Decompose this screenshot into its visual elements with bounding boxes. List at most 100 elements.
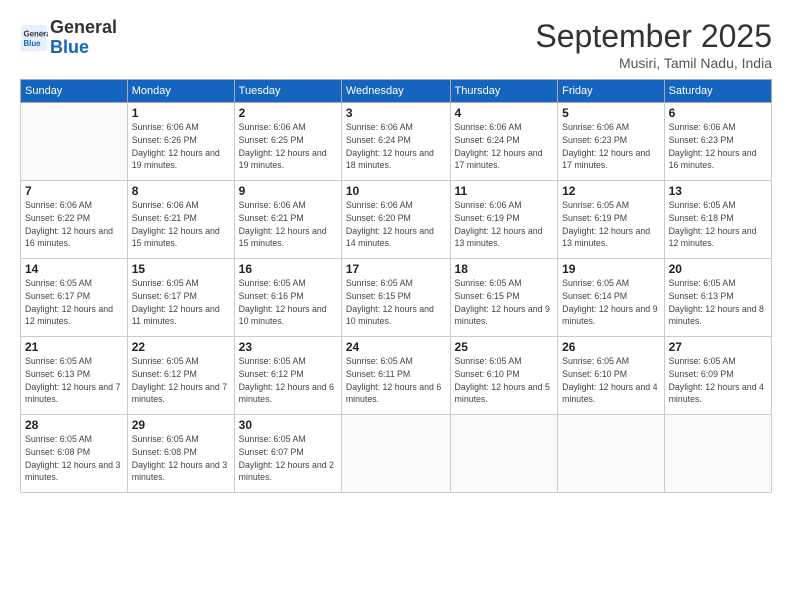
day-info: Sunrise: 6:06 AM Sunset: 6:24 PM Dayligh…: [455, 121, 554, 172]
calendar-cell-w2-d4: 10 Sunrise: 6:06 AM Sunset: 6:20 PM Dayl…: [341, 181, 450, 259]
calendar-cell-w4-d5: 25 Sunrise: 6:05 AM Sunset: 6:10 PM Dayl…: [450, 337, 558, 415]
calendar-cell-w5-d7: [664, 415, 771, 493]
day-number: 4: [455, 106, 554, 120]
calendar-cell-w3-d6: 19 Sunrise: 6:05 AM Sunset: 6:14 PM Dayl…: [558, 259, 664, 337]
calendar-cell-w2-d5: 11 Sunrise: 6:06 AM Sunset: 6:19 PM Dayl…: [450, 181, 558, 259]
day-info: Sunrise: 6:05 AM Sunset: 6:07 PM Dayligh…: [239, 433, 337, 484]
svg-text:Blue: Blue: [24, 39, 42, 48]
day-info: Sunrise: 6:06 AM Sunset: 6:26 PM Dayligh…: [132, 121, 230, 172]
header: General Blue GeneralGeneralBlueBlue Sept…: [20, 18, 772, 71]
day-number: 10: [346, 184, 446, 198]
svg-text:General: General: [24, 29, 49, 38]
calendar-cell-w1-d5: 4 Sunrise: 6:06 AM Sunset: 6:24 PM Dayli…: [450, 103, 558, 181]
day-number: 20: [669, 262, 767, 276]
calendar-cell-w1-d1: [21, 103, 128, 181]
col-wednesday: Wednesday: [341, 80, 450, 103]
calendar-cell-w3-d5: 18 Sunrise: 6:05 AM Sunset: 6:15 PM Dayl…: [450, 259, 558, 337]
col-tuesday: Tuesday: [234, 80, 341, 103]
day-number: 22: [132, 340, 230, 354]
day-info: Sunrise: 6:05 AM Sunset: 6:16 PM Dayligh…: [239, 277, 337, 328]
day-info: Sunrise: 6:05 AM Sunset: 6:17 PM Dayligh…: [132, 277, 230, 328]
day-info: Sunrise: 6:05 AM Sunset: 6:15 PM Dayligh…: [346, 277, 446, 328]
day-info: Sunrise: 6:05 AM Sunset: 6:14 PM Dayligh…: [562, 277, 659, 328]
calendar-table: Sunday Monday Tuesday Wednesday Thursday…: [20, 79, 772, 493]
day-number: 3: [346, 106, 446, 120]
day-number: 9: [239, 184, 337, 198]
calendar-cell-w1-d4: 3 Sunrise: 6:06 AM Sunset: 6:24 PM Dayli…: [341, 103, 450, 181]
day-number: 6: [669, 106, 767, 120]
title-block: September 2025 Musiri, Tamil Nadu, India: [535, 18, 772, 71]
week-row-5: 28 Sunrise: 6:05 AM Sunset: 6:08 PM Dayl…: [21, 415, 772, 493]
day-number: 18: [455, 262, 554, 276]
day-info: Sunrise: 6:06 AM Sunset: 6:19 PM Dayligh…: [455, 199, 554, 250]
day-info: Sunrise: 6:05 AM Sunset: 6:12 PM Dayligh…: [132, 355, 230, 406]
day-info: Sunrise: 6:05 AM Sunset: 6:18 PM Dayligh…: [669, 199, 767, 250]
calendar-cell-w2-d3: 9 Sunrise: 6:06 AM Sunset: 6:21 PM Dayli…: [234, 181, 341, 259]
calendar-cell-w4-d7: 27 Sunrise: 6:05 AM Sunset: 6:09 PM Dayl…: [664, 337, 771, 415]
calendar-cell-w2-d7: 13 Sunrise: 6:05 AM Sunset: 6:18 PM Dayl…: [664, 181, 771, 259]
calendar-cell-w5-d3: 30 Sunrise: 6:05 AM Sunset: 6:07 PM Dayl…: [234, 415, 341, 493]
week-row-3: 14 Sunrise: 6:05 AM Sunset: 6:17 PM Dayl…: [21, 259, 772, 337]
calendar-cell-w5-d1: 28 Sunrise: 6:05 AM Sunset: 6:08 PM Dayl…: [21, 415, 128, 493]
day-number: 2: [239, 106, 337, 120]
week-row-2: 7 Sunrise: 6:06 AM Sunset: 6:22 PM Dayli…: [21, 181, 772, 259]
calendar-cell-w2-d6: 12 Sunrise: 6:05 AM Sunset: 6:19 PM Dayl…: [558, 181, 664, 259]
calendar-cell-w5-d5: [450, 415, 558, 493]
calendar-cell-w4-d6: 26 Sunrise: 6:05 AM Sunset: 6:10 PM Dayl…: [558, 337, 664, 415]
day-number: 21: [25, 340, 123, 354]
location-subtitle: Musiri, Tamil Nadu, India: [535, 55, 772, 71]
day-number: 26: [562, 340, 659, 354]
day-info: Sunrise: 6:06 AM Sunset: 6:21 PM Dayligh…: [132, 199, 230, 250]
calendar-cell-w3-d1: 14 Sunrise: 6:05 AM Sunset: 6:17 PM Dayl…: [21, 259, 128, 337]
calendar-cell-w2-d2: 8 Sunrise: 6:06 AM Sunset: 6:21 PM Dayli…: [127, 181, 234, 259]
calendar-cell-w1-d2: 1 Sunrise: 6:06 AM Sunset: 6:26 PM Dayli…: [127, 103, 234, 181]
day-info: Sunrise: 6:05 AM Sunset: 6:19 PM Dayligh…: [562, 199, 659, 250]
logo-icon: General Blue: [20, 24, 48, 52]
calendar-cell-w3-d4: 17 Sunrise: 6:05 AM Sunset: 6:15 PM Dayl…: [341, 259, 450, 337]
day-info: Sunrise: 6:06 AM Sunset: 6:21 PM Dayligh…: [239, 199, 337, 250]
col-thursday: Thursday: [450, 80, 558, 103]
day-number: 16: [239, 262, 337, 276]
col-sunday: Sunday: [21, 80, 128, 103]
day-number: 7: [25, 184, 123, 198]
day-number: 12: [562, 184, 659, 198]
calendar-cell-w5-d4: [341, 415, 450, 493]
day-info: Sunrise: 6:06 AM Sunset: 6:20 PM Dayligh…: [346, 199, 446, 250]
logo: General Blue GeneralGeneralBlueBlue: [20, 18, 117, 58]
day-number: 11: [455, 184, 554, 198]
day-info: Sunrise: 6:05 AM Sunset: 6:10 PM Dayligh…: [455, 355, 554, 406]
day-number: 30: [239, 418, 337, 432]
calendar-cell-w1-d3: 2 Sunrise: 6:06 AM Sunset: 6:25 PM Dayli…: [234, 103, 341, 181]
calendar-cell-w5-d6: [558, 415, 664, 493]
col-monday: Monday: [127, 80, 234, 103]
day-info: Sunrise: 6:05 AM Sunset: 6:13 PM Dayligh…: [669, 277, 767, 328]
day-info: Sunrise: 6:06 AM Sunset: 6:22 PM Dayligh…: [25, 199, 123, 250]
day-number: 28: [25, 418, 123, 432]
col-friday: Friday: [558, 80, 664, 103]
day-info: Sunrise: 6:05 AM Sunset: 6:12 PM Dayligh…: [239, 355, 337, 406]
day-number: 5: [562, 106, 659, 120]
calendar-cell-w3-d2: 15 Sunrise: 6:05 AM Sunset: 6:17 PM Dayl…: [127, 259, 234, 337]
day-info: Sunrise: 6:05 AM Sunset: 6:11 PM Dayligh…: [346, 355, 446, 406]
logo-text: GeneralGeneralBlueBlue: [50, 18, 117, 58]
day-number: 24: [346, 340, 446, 354]
day-number: 23: [239, 340, 337, 354]
day-number: 1: [132, 106, 230, 120]
day-number: 14: [25, 262, 123, 276]
calendar-cell-w4-d1: 21 Sunrise: 6:05 AM Sunset: 6:13 PM Dayl…: [21, 337, 128, 415]
page: General Blue GeneralGeneralBlueBlue Sept…: [0, 0, 792, 612]
calendar-cell-w2-d1: 7 Sunrise: 6:06 AM Sunset: 6:22 PM Dayli…: [21, 181, 128, 259]
month-title: September 2025: [535, 18, 772, 55]
day-info: Sunrise: 6:05 AM Sunset: 6:15 PM Dayligh…: [455, 277, 554, 328]
day-info: Sunrise: 6:05 AM Sunset: 6:08 PM Dayligh…: [25, 433, 123, 484]
calendar-cell-w1-d7: 6 Sunrise: 6:06 AM Sunset: 6:23 PM Dayli…: [664, 103, 771, 181]
day-number: 15: [132, 262, 230, 276]
calendar-cell-w1-d6: 5 Sunrise: 6:06 AM Sunset: 6:23 PM Dayli…: [558, 103, 664, 181]
day-info: Sunrise: 6:05 AM Sunset: 6:13 PM Dayligh…: [25, 355, 123, 406]
day-info: Sunrise: 6:06 AM Sunset: 6:23 PM Dayligh…: [562, 121, 659, 172]
col-saturday: Saturday: [664, 80, 771, 103]
day-info: Sunrise: 6:06 AM Sunset: 6:23 PM Dayligh…: [669, 121, 767, 172]
day-info: Sunrise: 6:05 AM Sunset: 6:09 PM Dayligh…: [669, 355, 767, 406]
calendar-cell-w3-d3: 16 Sunrise: 6:05 AM Sunset: 6:16 PM Dayl…: [234, 259, 341, 337]
week-row-4: 21 Sunrise: 6:05 AM Sunset: 6:13 PM Dayl…: [21, 337, 772, 415]
